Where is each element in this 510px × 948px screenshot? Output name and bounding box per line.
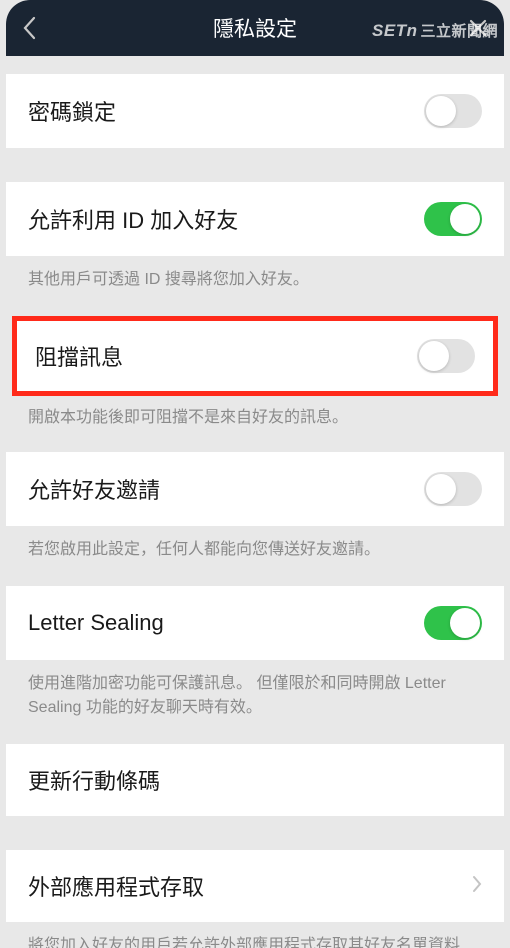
- back-button[interactable]: [22, 16, 52, 40]
- spacer: [6, 444, 504, 452]
- toggle-letter-sealing[interactable]: [424, 606, 482, 640]
- toggle-allow-friend-invite[interactable]: [424, 472, 482, 506]
- row-label: 允許好友邀請: [28, 473, 160, 505]
- highlighted-row: 阻擋訊息: [12, 316, 498, 396]
- toggle-knob: [426, 474, 456, 504]
- spacer: [6, 576, 504, 586]
- spacer: [6, 816, 504, 850]
- toggle-block-messages[interactable]: [417, 339, 475, 373]
- description-letter-sealing: 使用進階加密功能可保護訊息。 但僅限於和同時開啟 Letter Sealing …: [6, 660, 504, 734]
- row-refresh-qr[interactable]: 更新行動條碼: [6, 744, 504, 816]
- page-title: 隱私設定: [213, 13, 297, 43]
- toggle-password-lock[interactable]: [424, 94, 482, 128]
- chevron-left-icon: [22, 16, 36, 40]
- row-allow-friend-invite[interactable]: 允許好友邀請: [6, 452, 504, 526]
- toggle-allow-id-friend[interactable]: [424, 202, 482, 236]
- row-label: 外部應用程式存取: [28, 870, 204, 902]
- spacer: [6, 56, 504, 74]
- settings-list: 密碼鎖定 允許利用 ID 加入好友 其他用戶可透過 ID 搜尋將您加入好友。 阻…: [6, 56, 504, 948]
- spacer: [6, 148, 504, 182]
- toggle-knob: [419, 341, 449, 371]
- row-letter-sealing[interactable]: Letter Sealing: [6, 586, 504, 660]
- toggle-knob: [450, 608, 480, 638]
- description-block-messages: 開啟本功能後即可阻擋不是來自好友的訊息。: [6, 400, 504, 444]
- row-external-app[interactable]: 外部應用程式存取: [6, 850, 504, 922]
- chevron-right-icon: [472, 873, 482, 899]
- row-label: 密碼鎖定: [28, 95, 116, 127]
- description-allow-id-friend: 其他用戶可透過 ID 搜尋將您加入好友。: [6, 256, 504, 306]
- watermark: SETn 三立新聞網: [372, 20, 498, 41]
- spacer: [6, 734, 504, 744]
- description-external-app: 將您加入好友的用戶若允許外部應用程式存取其好友名單資料時，您在此處的設定可允許或…: [6, 922, 504, 948]
- row-block-messages[interactable]: 阻擋訊息: [17, 321, 493, 391]
- spacer: [6, 306, 504, 316]
- toggle-knob: [450, 204, 480, 234]
- row-label: 阻擋訊息: [35, 340, 123, 372]
- row-label: 允許利用 ID 加入好友: [28, 203, 238, 235]
- row-label: 更新行動條碼: [28, 764, 160, 796]
- row-allow-id-friend[interactable]: 允許利用 ID 加入好友: [6, 182, 504, 256]
- description-allow-friend-invite: 若您啟用此設定，任何人都能向您傳送好友邀請。: [6, 526, 504, 576]
- row-password-lock[interactable]: 密碼鎖定: [6, 74, 504, 148]
- toggle-knob: [426, 96, 456, 126]
- row-label: Letter Sealing: [28, 610, 164, 636]
